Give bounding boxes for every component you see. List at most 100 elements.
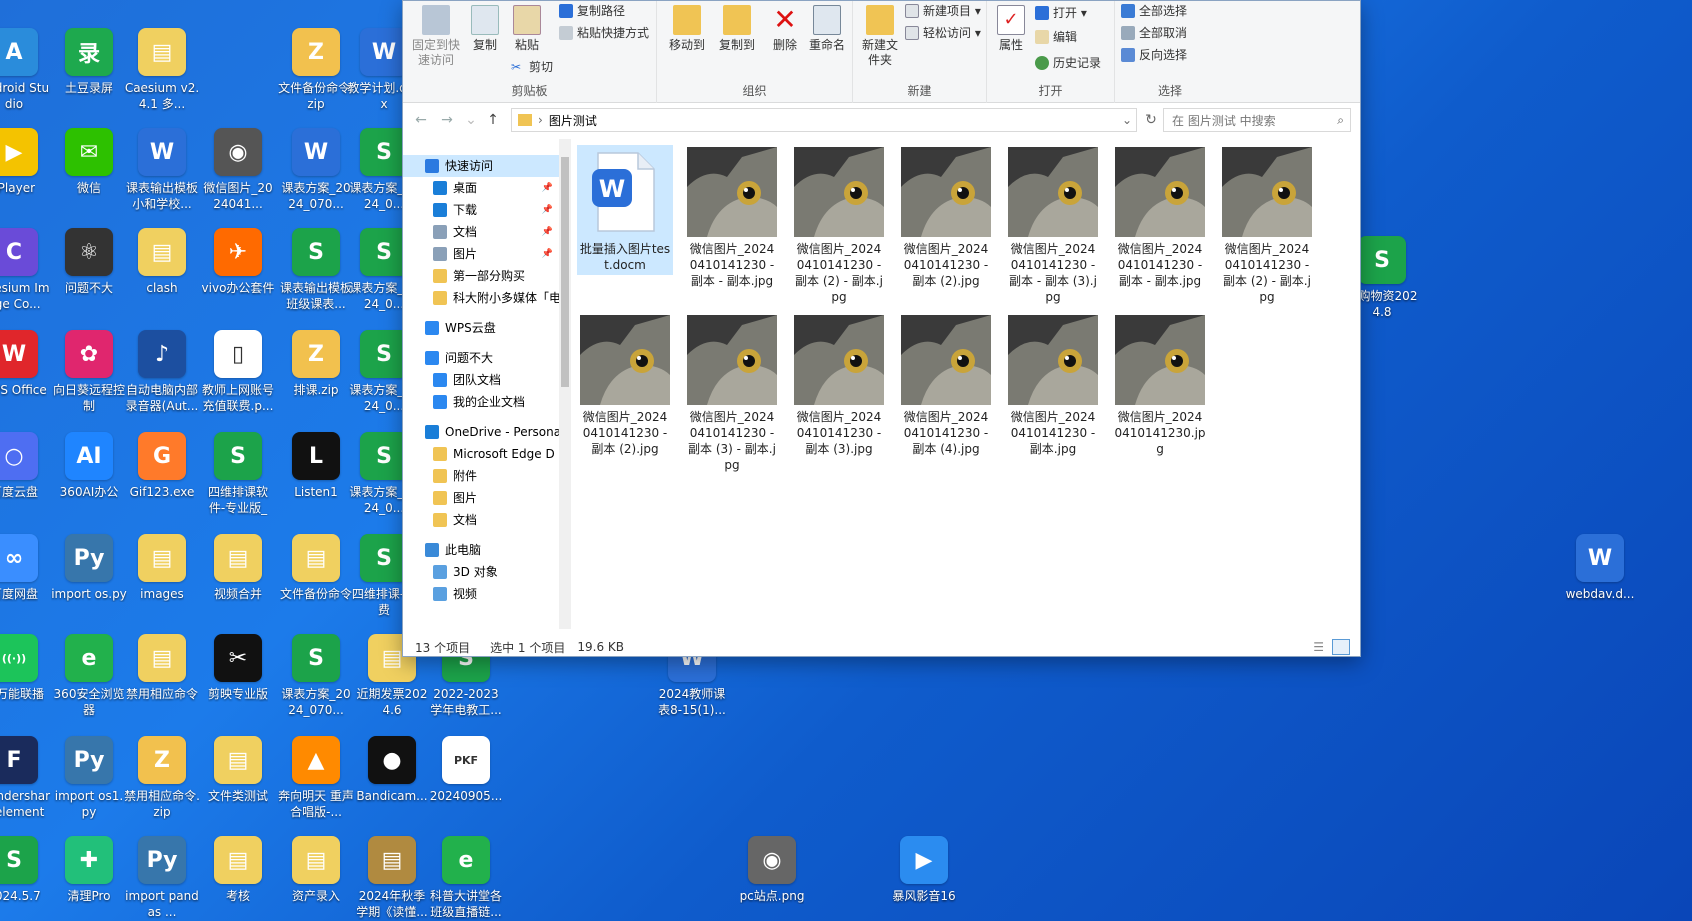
nav-item[interactable]: 下载 📌 [403,199,559,221]
forward-arrow-icon[interactable]: → [437,109,457,131]
select-none-button[interactable]: 全部取消 [1121,23,1187,43]
desktop-icon[interactable]: ✿ 向日葵远程控制 [51,330,127,414]
desktop-icon[interactable]: ▤ 文件类测试 [200,736,276,804]
desktop-icon[interactable]: Py import os1.py [51,736,127,820]
desktop-icon[interactable]: ○ 百度云盘 [0,432,52,500]
nav-item[interactable]: 问题不大 [403,347,559,369]
paste-shortcut-button[interactable]: 粘贴快捷方式 [559,23,649,43]
new-item-button[interactable]: 新建项目 ▾ [905,1,981,21]
desktop-icon[interactable]: Z 禁用相应命令.zip [124,736,200,820]
file-item[interactable]: 微信图片_20240410141230 - 副本.jpg [1005,313,1101,459]
properties-button[interactable]: ✓ 属性 [991,5,1031,53]
up-arrow-icon[interactable]: ↑ [483,109,503,131]
nav-item[interactable]: 团队文档 [403,369,559,391]
desktop-icon[interactable]: W 课表输出模板小和学校... [124,128,200,212]
nav-item[interactable]: 3D 对象 [403,561,559,583]
desktop-icon[interactable]: ● Bandicam... [354,736,430,804]
desktop-icon[interactable]: ▤ 视频合并 [200,534,276,602]
desktop-icon[interactable]: Py import pandas ... [124,836,200,920]
nav-wps-cloud[interactable]: WPS云盘 [403,317,559,339]
file-item[interactable]: 微信图片_20240410141230.jpg [1112,313,1208,459]
file-item[interactable]: 微信图片_20240410141230 - 副本 - 副本.jpg [1112,145,1208,291]
edit-button[interactable]: 编辑 [1035,27,1077,47]
desktop-icon[interactable]: S 四维排课软件-专业版_课... [200,432,276,516]
desktop-icon[interactable]: ▶ tPlayer [0,128,52,196]
refresh-icon[interactable]: ↻ [1141,109,1161,131]
file-item[interactable]: W 批量插入图片test.docm [577,145,673,275]
desktop-icon[interactable]: ▤ images [124,534,200,602]
copy-path-button[interactable]: 复制路径 [559,1,625,21]
desktop-icon[interactable]: ▤ 资产录入 [278,836,354,904]
file-item[interactable]: 微信图片_20240410141230 - 副本 (2).jpg [577,313,673,459]
file-item[interactable]: 微信图片_20240410141230 - 副本 (3).jpg [791,313,887,459]
paste-button[interactable]: 粘贴 [505,5,549,53]
desktop-icon[interactable]: L Listen1 [278,432,354,500]
desktop-icon[interactable]: ▯ 教师上网账号充值联费.p... [200,330,276,414]
nav-item[interactable]: 科大附小多媒体「电 [403,287,559,309]
pin-quick-access-button[interactable]: 固定到快速访问 [409,5,463,68]
desktop-icon[interactable]: ∞ 百度网盘 [0,534,52,602]
desktop-icon[interactable]: Py import os.py [51,534,127,602]
desktop-icon[interactable]: ▤ 禁用相应命令 [124,634,200,702]
desktop-icon[interactable]: ▤ Caesium v2.4.1 多... [124,28,200,112]
scrollbar-thumb[interactable] [561,157,569,387]
desktop-icon[interactable]: ✉ 微信 [51,128,127,196]
file-item[interactable]: 微信图片_20240410141230 - 副本 (2).jpg [898,145,994,291]
desktop-icon[interactable]: ⚛ 问题不大 [51,228,127,296]
address-bar[interactable]: › 图片测试 ⌄ [511,108,1137,132]
nav-item[interactable]: 图片 📌 [403,243,559,265]
file-item[interactable]: 微信图片_20240410141230 - 副本 (3) - 副本.jpg [684,313,780,475]
desktop-icon[interactable]: PKF 20240905... [428,736,504,804]
details-view-icon[interactable]: ☰ [1313,640,1324,654]
desktop-icon[interactable]: Wwebdav.d... [1562,534,1638,602]
desktop-icon[interactable]: Z 排课.zip [278,330,354,398]
desktop-icon[interactable]: AI 360AI办公 [51,432,127,500]
desktop-icon[interactable]: e 科普大讲堂各班级直播链... [428,836,504,920]
desktop-icon[interactable]: ▤ 2024年秋季学期《读懂... [354,836,430,920]
desktop-icon[interactable]: G Gif123.exe [124,432,200,500]
new-folder-button[interactable]: 新建文件夹 [857,5,903,68]
desktop-icon[interactable]: ▤ 考核 [200,836,276,904]
nav-item[interactable]: Microsoft Edge D [403,443,559,465]
nav-item[interactable]: 附件 [403,465,559,487]
recent-chevron-icon[interactable]: ⌄ [461,109,481,131]
delete-button[interactable]: ✕ 删除 [765,5,805,53]
desktop-icon[interactable]: ◉ 微信图片_2024041... [200,128,276,212]
desktop-icon[interactable]: ▤ clash [124,228,200,296]
desktop-icon[interactable]: ◉ pc站点.png [734,836,810,904]
nav-item[interactable]: 视频 [403,583,559,605]
desktop-icon[interactable]: ▶ 暴风影音16 [886,836,962,904]
file-item[interactable]: 微信图片_20240410141230 - 副本 (2) - 副本.jpg [791,145,887,307]
rename-button[interactable]: 重命名 [805,5,849,53]
desktop-icon[interactable]: F Wondershare element [0,736,52,820]
address-dropdown-icon[interactable]: ⌄ [1122,113,1132,127]
invert-selection-button[interactable]: 反向选择 [1121,45,1187,65]
move-to-button[interactable]: 移动到 [663,5,711,53]
desktop-icon[interactable]: 录土豆录屏 [51,28,127,96]
desktop-icon[interactable]: ✈ vivo办公套件 [200,228,276,296]
open-button[interactable]: 打开 ▾ [1035,3,1087,23]
desktop-icon[interactable]: ✚ 清理Pro [51,836,127,904]
file-item[interactable]: 微信图片_20240410141230 - 副本 (4).jpg [898,313,994,459]
copy-button[interactable]: 复制 [463,5,507,53]
back-arrow-icon[interactable]: ← [411,109,431,131]
large-icons-view-icon[interactable] [1332,639,1350,655]
easy-access-button[interactable]: 轻松访问 ▾ [905,23,981,43]
desktop-icon[interactable]: Z 文件备份命令.zip [278,28,354,112]
nav-item[interactable]: 文档 [403,509,559,531]
search-input[interactable]: 在 图片测试 中搜索 ⌕ [1163,108,1351,132]
nav-item[interactable]: 我的企业文档 [403,391,559,413]
desktop-icon[interactable]: ▲ 奔向明天 重声合唱版-... [278,736,354,820]
desktop-icon[interactable]: S 2024.5.7 [0,836,52,904]
select-all-button[interactable]: 全部选择 [1121,1,1187,21]
nav-onedrive[interactable]: OneDrive - Persona [403,421,559,443]
file-item[interactable]: 微信图片_20240410141230 - 副本 (2) - 副本.jpg [1219,145,1315,307]
file-item[interactable]: 微信图片_20240410141230 - 副本 - 副本 (3).jpg [1005,145,1101,307]
desktop-icon[interactable]: W 课表方案_2024_070... [278,128,354,212]
desktop-icon[interactable]: ♪ 自动电脑内部录音器(Aut... [124,330,200,414]
nav-item[interactable]: 桌面 📌 [403,177,559,199]
desktop-icon[interactable]: C Caesium Image Co... [0,228,52,312]
desktop-icon[interactable]: e 360安全浏览器 [51,634,127,718]
desktop-icon[interactable]: S 课表输出模板 班级课表... [278,228,354,312]
nav-quick-access[interactable]: 快速访问 [403,155,559,177]
